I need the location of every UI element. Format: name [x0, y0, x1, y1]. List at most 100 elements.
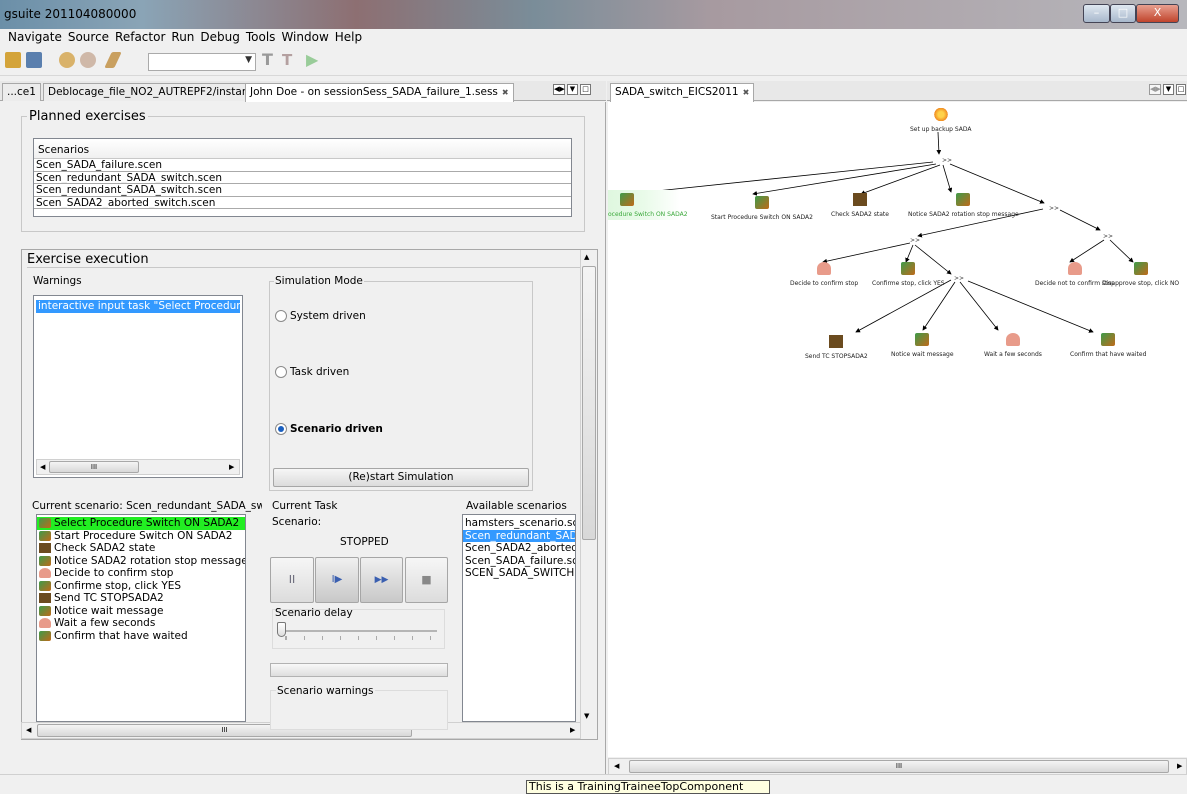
task-list-item[interactable]: Check SADA2 state: [37, 542, 245, 555]
warnings-list[interactable]: interactive input task "Select Procedure…: [33, 295, 243, 478]
restart-simulation-button[interactable]: (Re)start Simulation: [273, 468, 529, 487]
menu-refactor[interactable]: Refactor: [112, 29, 168, 46]
save-all-icon[interactable]: [26, 52, 42, 68]
maximize-button[interactable]: □: [1110, 4, 1136, 23]
vertical-scrollbar[interactable]: ▲ ▼: [580, 250, 597, 722]
graph-node-send-tc[interactable]: Send TC STOPSADA2: [805, 335, 868, 360]
task-list[interactable]: Select Procedure Switch ON SADA2 Start Pr…: [36, 514, 246, 722]
graph-node-wait-seconds[interactable]: Wait a few seconds: [984, 333, 1042, 358]
toolbar: ▼ T T ▶: [0, 46, 1187, 76]
task-list-item[interactable]: Notice SADA2 rotation stop message: [37, 555, 245, 568]
menu-window[interactable]: Window: [278, 29, 331, 46]
redo-icon[interactable]: [80, 52, 96, 68]
task-label: Decide to confirm stop: [54, 567, 174, 579]
close-tab-icon[interactable]: ✖: [743, 88, 750, 97]
graph-node-confirm-stop[interactable]: Confirme stop, click YES: [872, 262, 945, 287]
minimize-button[interactable]: –: [1083, 4, 1110, 23]
scroll-left-icon[interactable]: ◀: [26, 726, 31, 734]
tab-list-icon[interactable]: ▼: [1163, 84, 1174, 95]
user-icon: [39, 618, 51, 628]
rebuild-icon[interactable]: T: [282, 52, 298, 68]
tab-instance1[interactable]: ...ce1: [2, 83, 41, 101]
graph-node-decide-confirm[interactable]: Decide to confirm stop: [790, 262, 858, 287]
available-scenarios-list[interactable]: hamsters_scenario.scen Scen_redundant_SA…: [462, 514, 576, 722]
scenarios-column-header[interactable]: Scenarios: [34, 139, 571, 159]
list-item[interactable]: hamsters_scenario.scen: [463, 517, 575, 530]
stop-button[interactable]: ■: [405, 557, 448, 603]
table-row[interactable]: Scen_redundant_SADA_switch.scen: [34, 184, 571, 197]
graph-node-disapprove-stop[interactable]: Disapprove stop, click NO: [1102, 262, 1179, 287]
menu-run[interactable]: Run: [168, 29, 197, 46]
scroll-right-icon[interactable]: ▶: [570, 726, 575, 734]
task-list-item[interactable]: Start Procedure Switch ON SADA2: [37, 530, 245, 543]
task-list-item[interactable]: Confirme stop, click YES: [37, 580, 245, 593]
scroll-thumb[interactable]: III: [49, 461, 139, 473]
clean-build-icon[interactable]: [104, 52, 122, 68]
sequence-operator: >>: [954, 275, 965, 282]
step-button[interactable]: I▶: [315, 557, 359, 603]
scroll-up-icon[interactable]: ▲: [584, 253, 589, 261]
task-list-item[interactable]: Decide to confirm stop: [37, 567, 245, 580]
scroll-thumb[interactable]: III: [629, 760, 1169, 773]
scenario-delay-slider[interactable]: [277, 622, 286, 637]
build-icon[interactable]: T: [262, 52, 278, 68]
simulation-mode-label: Simulation Mode: [274, 275, 364, 287]
list-item[interactable]: Scen_SADA2_aborted_sw: [463, 542, 575, 555]
graph-node-confirm-waited[interactable]: Confirm that have waited: [1070, 333, 1146, 358]
tab-list-icon[interactable]: ▼: [567, 84, 578, 95]
table-row[interactable]: Scen_redundant_SADA_switch.scen: [34, 172, 571, 184]
radio-task-driven[interactable]: Task driven: [275, 366, 349, 378]
list-item-selected[interactable]: Scen_redundant_SADA_s: [463, 529, 575, 542]
tab-sada-switch[interactable]: SADA_switch_EICS2011 ✖: [610, 83, 755, 102]
tab-scroll-icon[interactable]: ◀▶: [553, 84, 565, 95]
scroll-down-icon[interactable]: ▼: [584, 712, 589, 720]
menu-tools[interactable]: Tools: [243, 29, 279, 46]
graph-node-notice-wait[interactable]: Notice wait message: [891, 333, 954, 358]
list-item[interactable]: Scen_SADA_failure.scen: [463, 555, 575, 568]
maximize-panel-icon[interactable]: □: [580, 84, 591, 95]
table-row[interactable]: Scen_SADA_failure.scen: [34, 159, 571, 172]
open-project-icon[interactable]: [5, 52, 21, 68]
progress-bar: [270, 663, 448, 677]
scroll-right-icon[interactable]: ▶: [1177, 762, 1182, 770]
close-tab-icon[interactable]: ✖: [502, 88, 509, 97]
list-item[interactable]: SCEN_SADA_SWITCH.sce: [463, 567, 575, 580]
close-button[interactable]: X: [1136, 4, 1179, 23]
menu-debug[interactable]: Debug: [197, 29, 242, 46]
horizontal-scrollbar[interactable]: ◀ III ▶: [36, 459, 240, 475]
configuration-combo[interactable]: ▼: [148, 53, 256, 71]
menu-help[interactable]: Help: [332, 29, 365, 46]
menu-navigate[interactable]: Navigate: [0, 29, 65, 46]
tab-session[interactable]: John Doe - on sessionSess_SADA_failure_1…: [245, 83, 514, 102]
list-item[interactable]: interactive input task "Select Procedure…: [36, 300, 240, 313]
graph-horizontal-scrollbar[interactable]: ◀ III ▶: [608, 758, 1187, 775]
graph-node-start-procedure[interactable]: Start Procedure Switch ON SADA2: [711, 196, 813, 221]
menu-source[interactable]: Source: [65, 29, 112, 46]
scroll-right-icon[interactable]: ▶: [229, 463, 234, 471]
scroll-left-icon[interactable]: ◀: [614, 762, 619, 770]
task-model-graph[interactable]: Set up backup SADA >> ocedure Switch ON …: [608, 102, 1187, 757]
maximize-panel-icon[interactable]: □: [1176, 84, 1186, 95]
scroll-thumb[interactable]: [582, 266, 596, 540]
task-label: Confirm that have waited: [54, 629, 188, 642]
task-list-item[interactable]: Confirm that have waited: [37, 630, 245, 643]
task-list-item[interactable]: Wait a few seconds: [37, 617, 245, 630]
user-icon: [39, 568, 51, 578]
graph-node-root[interactable]: Set up backup SADA: [910, 108, 972, 133]
radio-scenario-driven[interactable]: Scenario driven: [275, 423, 383, 435]
run-icon[interactable]: ▶: [306, 52, 322, 68]
graph-node-notice-rotation[interactable]: Notice SADA2 rotation stop message: [908, 193, 1019, 218]
graph-node-select-procedure[interactable]: ocedure Switch ON SADA2: [608, 193, 688, 218]
fast-forward-button[interactable]: ▶▶: [360, 557, 403, 603]
graph-node-check-state[interactable]: Check SADA2 state: [831, 193, 889, 218]
tab-scroll-icon[interactable]: ◀▶: [1149, 84, 1161, 95]
task-list-item[interactable]: Select Procedure Switch ON SADA2: [37, 517, 245, 530]
task-label: Send TC STOPSADA2: [54, 592, 164, 604]
scroll-left-icon[interactable]: ◀: [40, 463, 45, 471]
undo-icon[interactable]: [59, 52, 75, 68]
task-list-item[interactable]: Notice wait message: [37, 605, 245, 618]
radio-system-driven[interactable]: System driven: [275, 310, 366, 322]
pause-button[interactable]: II: [270, 557, 314, 603]
table-row[interactable]: Scen_SADA2_aborted_switch.scen: [34, 197, 571, 209]
task-list-item[interactable]: Send TC STOPSADA2: [37, 592, 245, 605]
